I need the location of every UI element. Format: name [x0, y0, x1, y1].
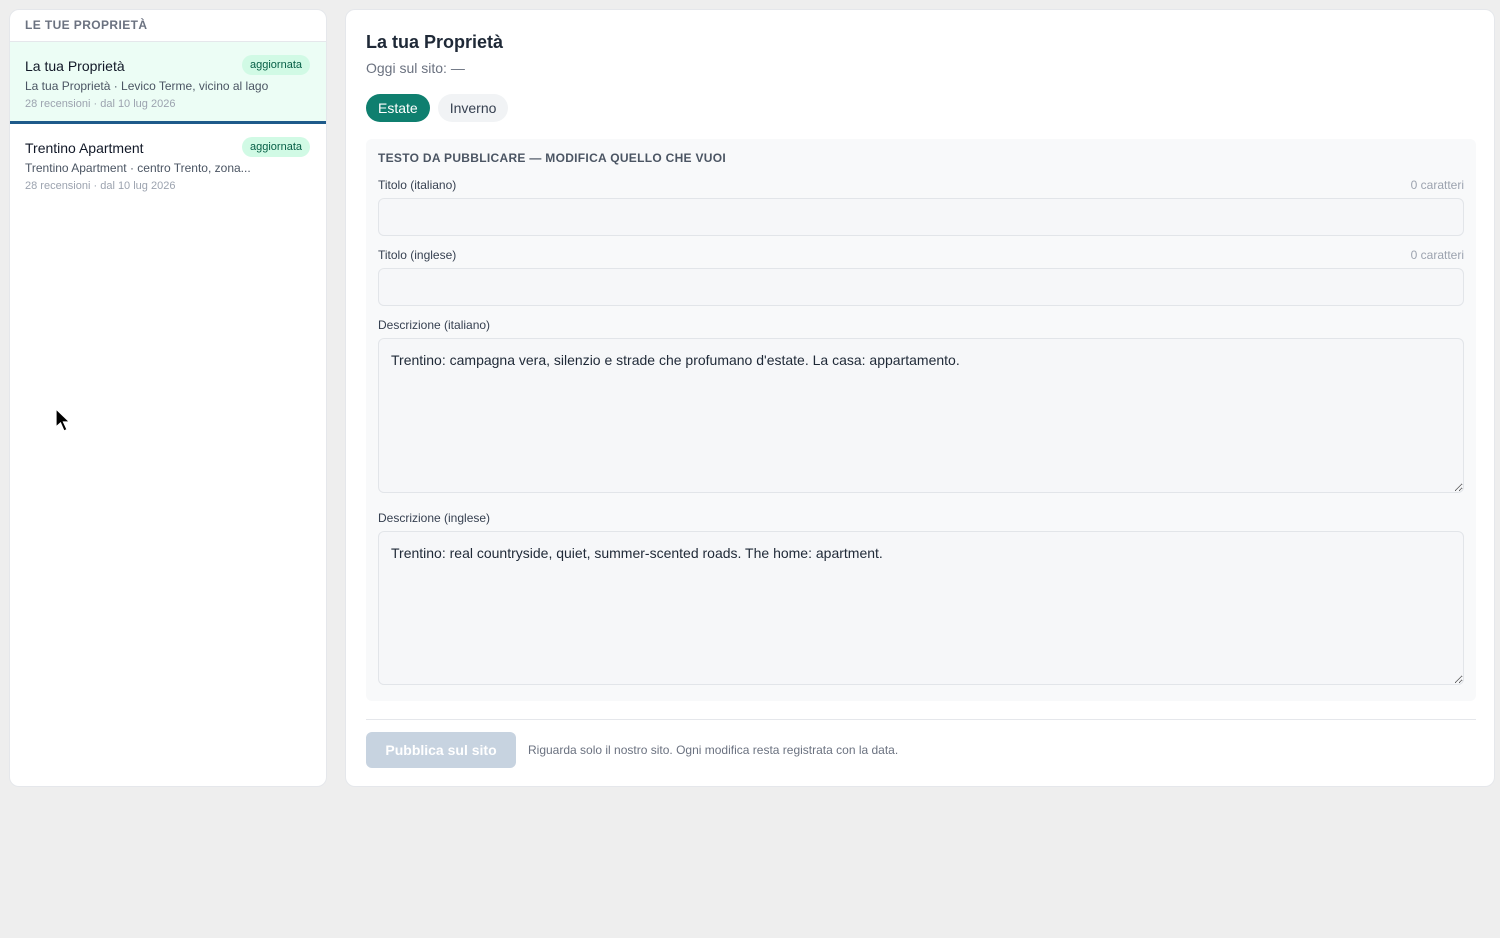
- live-status-text: Oggi sul sito: —: [366, 60, 465, 76]
- properties-sidebar: LE TUE PROPRIETÀ La tua Proprietà aggior…: [9, 9, 327, 787]
- property-subtitle: La tua Proprietà · Levico Terme, vicino …: [25, 79, 269, 93]
- status-badge: aggiornata: [242, 55, 310, 75]
- sidebar-header: LE TUE PROPRIETÀ: [10, 10, 326, 42]
- title-en-label: Titolo (inglese): [378, 248, 457, 262]
- title-it-char-count: 0 caratteri: [1410, 178, 1464, 192]
- title-en-char-count: 0 caratteri: [1410, 248, 1464, 262]
- property-meta: 28 recensioni · dal 10 lug 2026: [25, 180, 176, 192]
- property-item-trentino-apartment[interactable]: Trentino Apartment aggiornata Trentino A…: [10, 124, 326, 206]
- property-editor-panel: La tua Proprietà Oggi sul sito: — Estate…: [345, 9, 1495, 787]
- editor-heading: TESTO DA PUBBLICARE — MODIFICA QUELLO CH…: [378, 151, 727, 165]
- footer-divider: [366, 719, 1476, 720]
- desc-it-textarea[interactable]: Trentino: campagna vera, silenzio e stra…: [378, 338, 1464, 493]
- publish-text-editor: TESTO DA PUBBLICARE — MODIFICA QUELLO CH…: [366, 139, 1476, 701]
- title-it-label: Titolo (italiano): [378, 178, 457, 192]
- tab-estate[interactable]: Estate: [366, 94, 430, 122]
- mouse-cursor-icon: [55, 408, 71, 432]
- property-item-la-tua-proprieta[interactable]: La tua Proprietà aggiornata La tua Propr…: [10, 42, 326, 124]
- title-en-input[interactable]: [378, 268, 1464, 306]
- desc-en-label: Descrizione (inglese): [378, 511, 491, 525]
- status-badge: aggiornata: [242, 137, 310, 157]
- tab-inverno[interactable]: Inverno: [437, 94, 509, 122]
- page-title: La tua Proprietà: [366, 32, 504, 52]
- publish-note: Riguarda solo il nostro sito. Ogni modif…: [528, 743, 899, 757]
- publish-button[interactable]: Pubblica sul sito: [366, 732, 516, 768]
- desc-it-label: Descrizione (italiano): [378, 318, 491, 332]
- desc-en-textarea[interactable]: Trentino: real countryside, quiet, summe…: [378, 531, 1464, 685]
- property-meta: 28 recensioni · dal 10 lug 2026: [25, 98, 176, 110]
- season-tabs: Estate Inverno: [366, 94, 509, 122]
- property-subtitle: Trentino Apartment · centro Trento, zona…: [25, 161, 251, 175]
- title-it-input[interactable]: [378, 198, 1464, 236]
